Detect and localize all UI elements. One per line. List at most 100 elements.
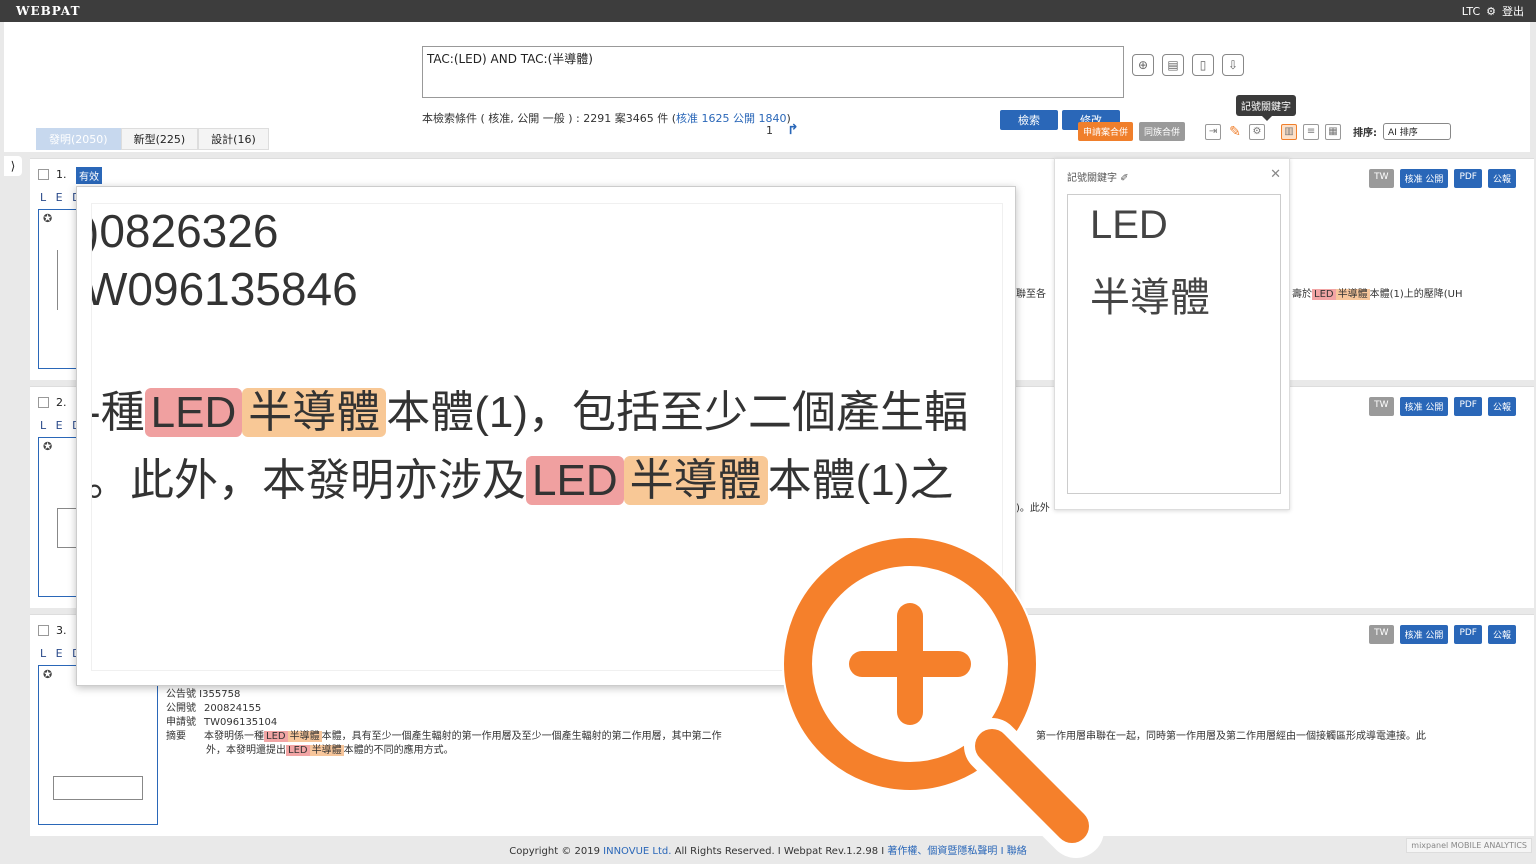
card-actions: TW 核准 公開 PDF 公報: [1369, 169, 1516, 188]
globe-icon[interactable]: ⊕: [1132, 54, 1154, 76]
zoom-keyword-highlight: LED: [144, 388, 243, 437]
keyword-panel-title-text: 記號關鍵字: [1067, 173, 1117, 184]
close-icon[interactable]: ✕: [1270, 167, 1281, 182]
card-actions: TW 核准 公開 PDF 公報: [1369, 625, 1516, 644]
keyword-textarea[interactable]: LED 半導體: [1067, 194, 1281, 494]
eraser-icon[interactable]: ✐: [1120, 173, 1128, 184]
zoom-line-4: 。此外，本發明亦涉及 LED 半導體 本體(1)之: [91, 444, 954, 508]
footer: Copyright © 2019 INNOVUE Ltd. All Rights…: [0, 842, 1536, 857]
search-conditions: 本檢索條件 ( 核准, 公開 一般 ) : 2291 案3465 件 (核准 1…: [422, 110, 791, 126]
announcement-number: 公告號 I355758: [166, 689, 241, 700]
abstract-label: 摘要: [166, 731, 186, 742]
patent-thumbnail[interactable]: ✪: [38, 665, 158, 825]
status-button[interactable]: 核准 公開: [1399, 169, 1449, 188]
publication-row: 公開號 200824155: [166, 699, 261, 714]
award-icon: ✪: [43, 440, 53, 453]
award-icon: ✪: [43, 212, 53, 225]
pen-icon[interactable]: ✎: [1227, 124, 1243, 140]
footer-copyright: Copyright © 2019: [509, 846, 600, 857]
keyword-highlight: LED: [1312, 289, 1336, 300]
zoom-text: 。此外，本發明亦涉及: [91, 456, 526, 505]
top-bar: WEBPAT LTC ⚙ 登出: [0, 0, 1536, 22]
footer-links[interactable]: 著作權、個資暨隱私聲明 I 聯絡: [887, 846, 1026, 857]
pdf-button[interactable]: PDF: [1454, 625, 1482, 644]
abstract-text: 外，本發明還提出: [206, 745, 286, 756]
view-list-icon[interactable]: ≡: [1303, 123, 1320, 140]
logout-link[interactable]: 登出: [1502, 3, 1524, 19]
user-name[interactable]: LTC: [1462, 5, 1480, 18]
result-number: 3.: [56, 624, 67, 637]
abstract-row: 摘要 本發明係一種 LED 半導體 本體，具有至少一個產生輻射的第一作用層及至少一個產生…: [166, 727, 722, 742]
user-menu: LTC ⚙ 登出: [1462, 3, 1524, 19]
gear-icon[interactable]: ⚙: [1486, 5, 1496, 18]
result-checkbox[interactable]: [38, 625, 49, 636]
sort-select[interactable]: AI 排序: [1383, 123, 1452, 140]
application-row: 申請號 TW096135104: [166, 713, 277, 728]
thumbnail-figure: [53, 776, 143, 800]
download-icon[interactable]: ⇩: [1222, 54, 1244, 76]
keyword-item: 半導體: [1090, 276, 1210, 320]
result-tabs: 發明(2050) 新型(225) 設計(16): [36, 128, 269, 150]
zoom-keyword-highlight: 半導體: [623, 456, 768, 505]
pager: 1 ↱: [766, 122, 799, 138]
award-icon: ✪: [43, 668, 53, 681]
merge-family-button[interactable]: 同族合併: [1139, 122, 1186, 141]
conditions-text: 本檢索條件 ( 核准, 公開 一般 ) : 2291 案3465 件 (: [422, 112, 677, 125]
keyword-highlight: 半導體: [1335, 289, 1370, 300]
gazette-button[interactable]: 公報: [1487, 397, 1516, 416]
collapse-sidebar-icon[interactable]: ⟩: [4, 156, 22, 176]
abstract-text: 本體的不同的應用方式。: [343, 745, 454, 756]
page-number[interactable]: 1: [766, 124, 773, 137]
footer-company-link[interactable]: INNOVUE Ltd.: [603, 846, 671, 857]
keyword-highlight: LED: [286, 745, 310, 756]
search-doc-icon[interactable]: ▤: [1162, 54, 1184, 76]
settings-icon[interactable]: ⚙: [1249, 123, 1266, 140]
result-tools: 申請案合併 同族合併 ⇥ ✎ ⚙ ▥ ≡ ▦ 排序: AI 排序: [1078, 122, 1452, 141]
export-icon[interactable]: ⇥: [1205, 123, 1222, 140]
tw-button[interactable]: TW: [1369, 397, 1394, 416]
application-label: 申請號: [166, 717, 196, 728]
fragment-text: 本體(1)上的壓降(UH: [1369, 289, 1463, 300]
tab-invention[interactable]: 發明(2050): [36, 128, 121, 150]
keyword-tooltip: 記號關鍵字: [1236, 95, 1296, 121]
gazette-button[interactable]: 公報: [1487, 169, 1516, 188]
gazette-button[interactable]: 公報: [1487, 625, 1516, 644]
result-checkbox[interactable]: [38, 169, 49, 180]
status-button[interactable]: 核准 公開: [1399, 625, 1449, 644]
status-button[interactable]: 核准 公開: [1399, 397, 1449, 416]
zoom-keyword-highlight: LED: [526, 456, 624, 505]
keyword-panel-title: 記號關鍵字 ✐: [1067, 169, 1129, 184]
pdf-button[interactable]: PDF: [1454, 169, 1482, 188]
merge-application-button[interactable]: 申請案合併: [1078, 122, 1134, 141]
status-badge: 有效: [76, 167, 102, 184]
publication-label: 公開號: [166, 703, 196, 714]
pdf-button[interactable]: PDF: [1454, 397, 1482, 416]
zoom-text: 本體(1)之: [767, 456, 954, 505]
app-logo[interactable]: WEBPAT: [16, 4, 81, 18]
tw-button[interactable]: TW: [1369, 169, 1394, 188]
fragment-text: 壽於: [1292, 289, 1312, 300]
view-grid-icon[interactable]: ▦: [1325, 123, 1342, 140]
query-input[interactable]: TAC:(LED) AND TAC:(半導體): [422, 46, 1124, 98]
zoom-text: -種: [91, 388, 145, 437]
zoom-text: 本體(1)，包括至少二個產生輻: [386, 388, 969, 437]
keyword-highlight: 半導體: [309, 745, 344, 756]
result-checkbox[interactable]: [38, 397, 49, 408]
mixpanel-badge[interactable]: mixpanel MOBILE ANALYTICS: [1406, 838, 1532, 853]
tab-design[interactable]: 設計(16): [198, 128, 269, 150]
abstract-fragment: 聯至各: [1016, 289, 1046, 300]
search-button[interactable]: 檢索: [1000, 110, 1058, 130]
zoom-line-2: W096135846: [91, 263, 358, 315]
view-detail-icon[interactable]: ▥: [1281, 123, 1298, 140]
footer-text: All Rights Reserved. I Webpat Rev.1.2.98…: [674, 846, 885, 857]
abstract-fragment-right: 壽於 LED 半導體 本體(1)上的壓降(UH: [1292, 285, 1463, 300]
result-number: 2.: [56, 396, 67, 409]
zoom-keyword-highlight: 半導體: [242, 388, 387, 437]
tw-button[interactable]: TW: [1369, 625, 1394, 644]
next-page-icon[interactable]: ↱: [787, 122, 799, 138]
result-number: 1.: [56, 168, 67, 181]
keyword-panel: 記號關鍵字 ✐ ✕ LED 半導體: [1054, 158, 1290, 510]
card-actions: TW 核准 公開 PDF 公報: [1369, 397, 1516, 416]
doc-search-icon[interactable]: ▯: [1192, 54, 1214, 76]
tab-utility[interactable]: 新型(225): [120, 128, 199, 150]
